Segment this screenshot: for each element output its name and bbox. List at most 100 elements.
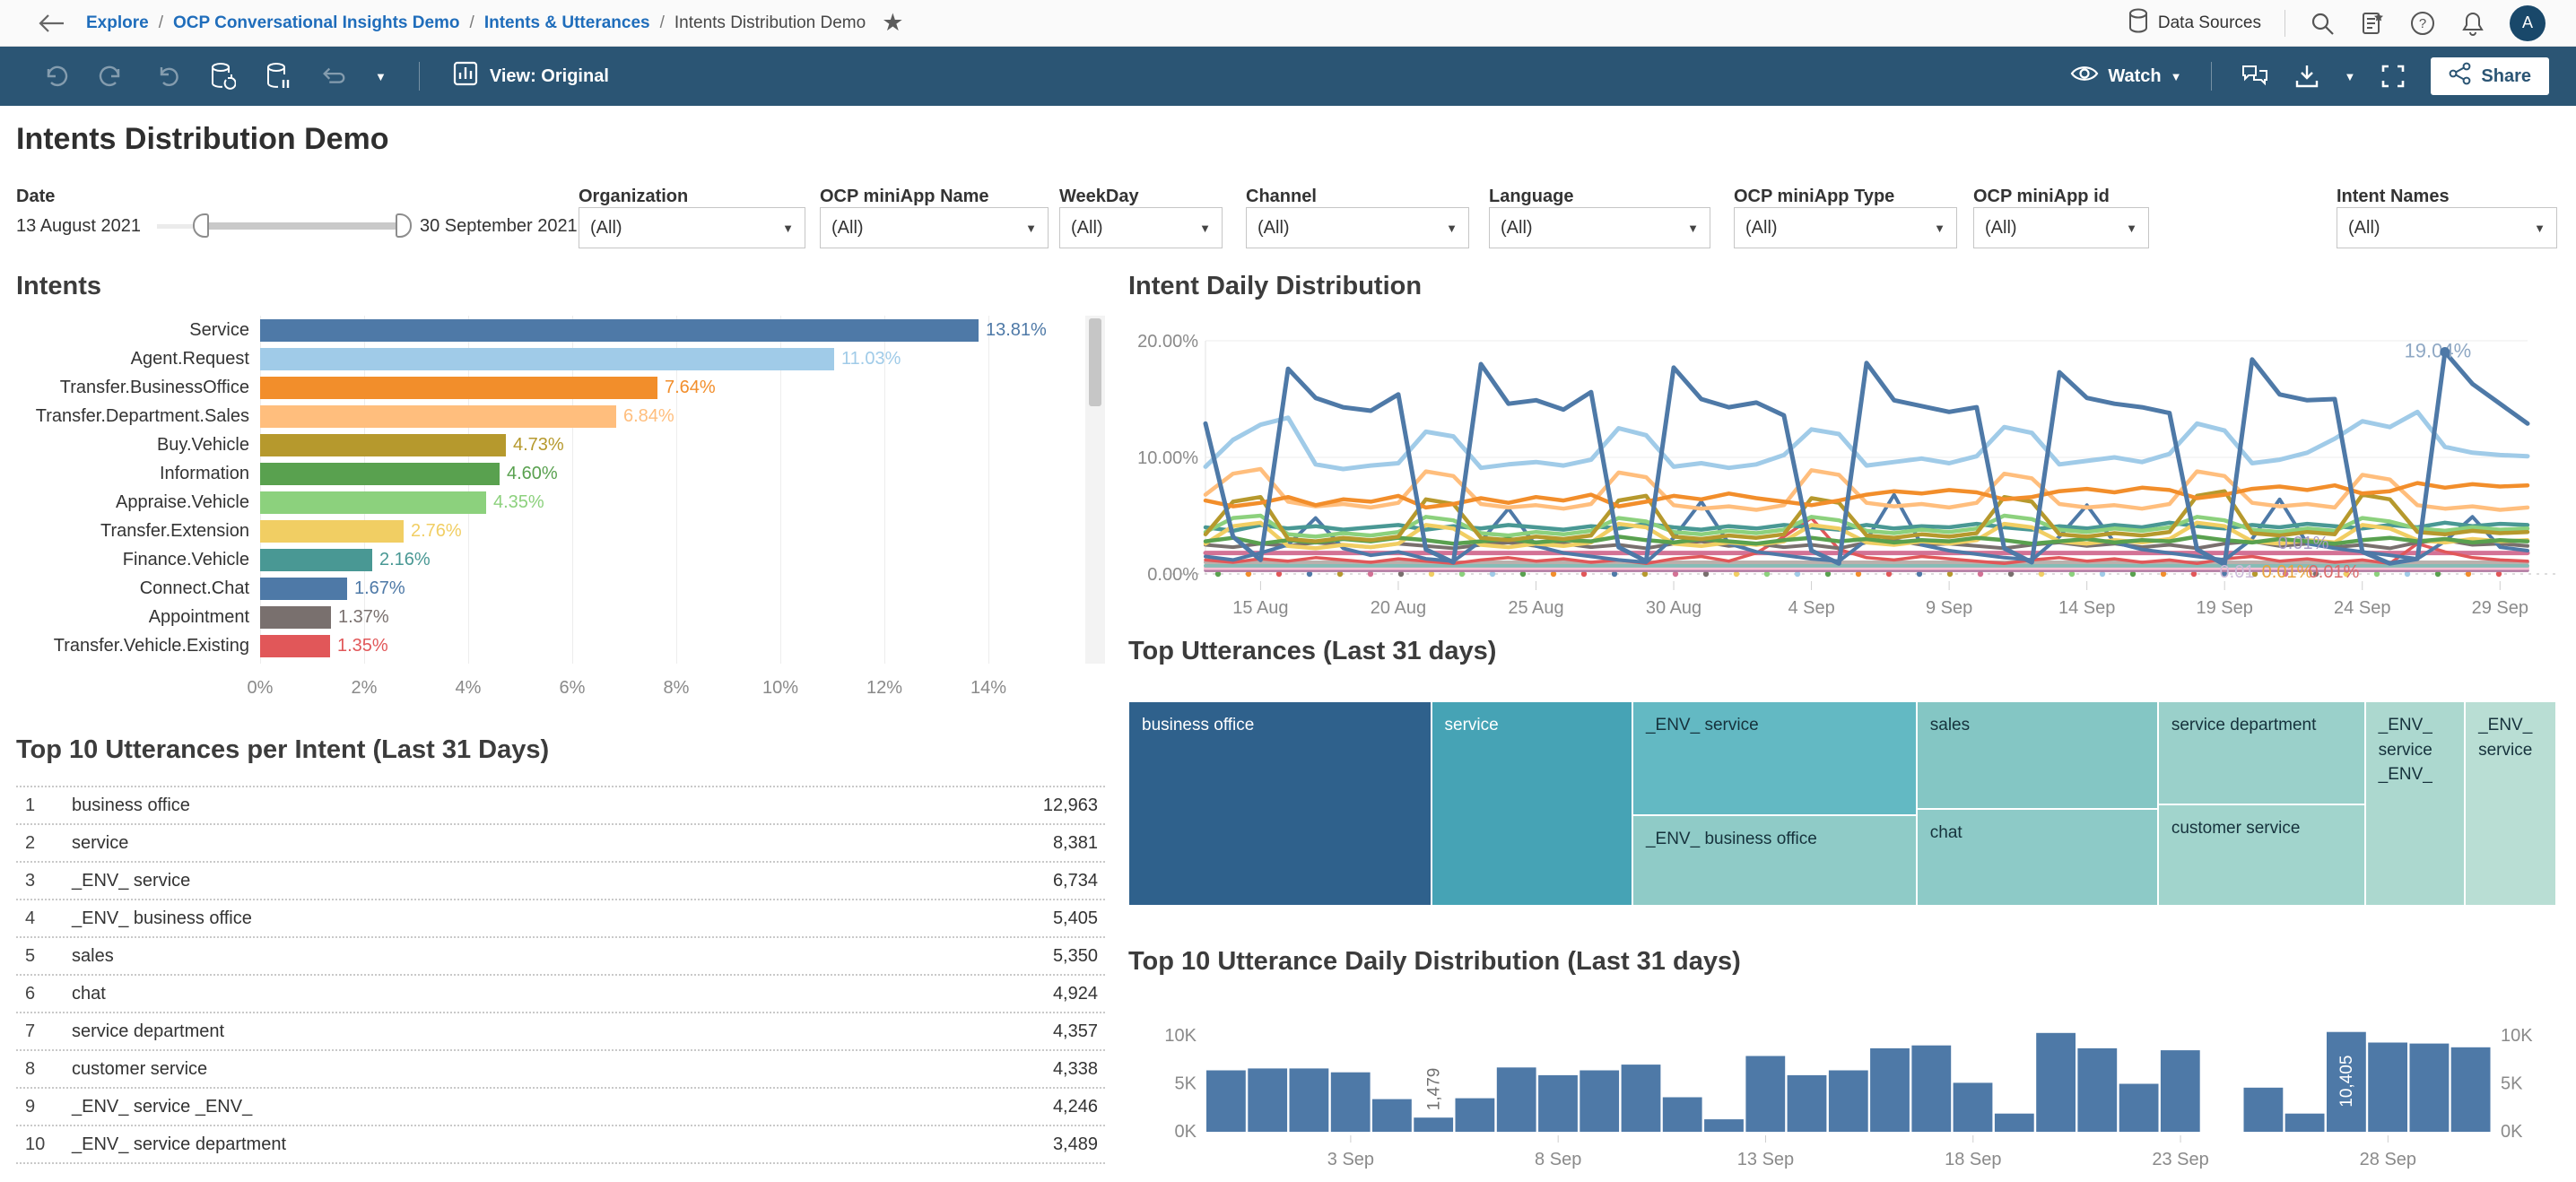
- date-slider-handle-right[interactable]: [396, 213, 412, 238]
- download-icon[interactable]: [2293, 62, 2321, 91]
- intents-bar-row[interactable]: Appointment 1.37%: [16, 603, 1105, 631]
- table-row[interactable]: 8 customer service 4,338: [16, 1049, 1105, 1087]
- filter-dropdown-organization[interactable]: (All)▼: [579, 207, 805, 248]
- treemap-cell[interactable]: _ENV_ service: [2465, 701, 2556, 906]
- daily-bar[interactable]: [1580, 1071, 1619, 1133]
- fullscreen-icon[interactable]: [2379, 62, 2407, 91]
- treemap-cell[interactable]: business office: [1128, 701, 1432, 906]
- table-row[interactable]: 9 _ENV_ service _ENV_ 4,246: [16, 1087, 1105, 1125]
- daily-bar[interactable]: [2285, 1114, 2325, 1132]
- daily-bar[interactable]: [1372, 1099, 1412, 1132]
- table-row[interactable]: 4 _ENV_ business office 5,405: [16, 899, 1105, 936]
- daily-bar[interactable]: [1331, 1073, 1371, 1132]
- search-icon[interactable]: [2309, 10, 2336, 37]
- filter-dropdown-miniapp-name[interactable]: (All)▼: [820, 207, 1049, 248]
- daily-bar[interactable]: [1745, 1056, 1785, 1133]
- treemap-cell[interactable]: chat: [1917, 809, 2158, 906]
- intents-bar-row[interactable]: Connect.Chat 1.67%: [16, 574, 1105, 603]
- intent-bar[interactable]: [260, 348, 834, 370]
- filter-dropdown-channel[interactable]: (All)▼: [1246, 207, 1469, 248]
- breadcrumb-explore[interactable]: Explore: [86, 13, 149, 33]
- scrollbar-thumb[interactable]: [1089, 318, 1101, 406]
- data-sources-button[interactable]: Data Sources: [2128, 8, 2261, 39]
- intent-bar[interactable]: [260, 491, 486, 514]
- peak-marker[interactable]: [2440, 347, 2450, 357]
- table-row[interactable]: 1 business office 12,963: [16, 786, 1105, 823]
- intent-bar[interactable]: [260, 635, 330, 657]
- treemap-cell[interactable]: _ENV_ business office: [1632, 815, 1917, 906]
- daily-bar[interactable]: [1995, 1114, 2034, 1132]
- intent-bar[interactable]: [260, 549, 372, 571]
- treemap-cell[interactable]: service: [1432, 701, 1632, 906]
- table-row[interactable]: 10 _ENV_ service department 3,489: [16, 1125, 1105, 1164]
- treemap-cell[interactable]: _ENV_ service: [1632, 701, 1917, 815]
- intents-bar-row[interactable]: Transfer.Extension 2.76%: [16, 517, 1105, 545]
- pause-updates-icon[interactable]: [264, 62, 292, 91]
- intent-bar[interactable]: [260, 520, 404, 543]
- filter-dropdown-weekday[interactable]: (All)▼: [1059, 207, 1223, 248]
- top-utterances-table[interactable]: 1 business office 12,963 2 service 8,381…: [16, 786, 1105, 1164]
- intent-bar[interactable]: [260, 377, 657, 399]
- treemap-cell[interactable]: service department: [2158, 701, 2365, 804]
- filter-dropdown-language[interactable]: (All)▼: [1489, 207, 1710, 248]
- daily-bar[interactable]: [1497, 1067, 1536, 1132]
- favorites-list-icon[interactable]: [2359, 10, 2386, 37]
- redo-icon[interactable]: [97, 62, 126, 91]
- date-slider-track[interactable]: [209, 222, 396, 230]
- daily-bar[interactable]: [1663, 1098, 1702, 1133]
- daily-bar[interactable]: [2368, 1043, 2407, 1133]
- daily-bar[interactable]: [2119, 1084, 2159, 1133]
- treemap-cell[interactable]: customer service: [2158, 804, 2365, 906]
- intent-bar[interactable]: [260, 434, 506, 456]
- revert-icon[interactable]: [152, 62, 181, 91]
- notifications-bell-icon[interactable]: [2459, 10, 2486, 37]
- intents-bar-row[interactable]: Information 4.60%: [16, 459, 1105, 488]
- intent-bar[interactable]: [260, 463, 500, 485]
- intents-bar-chart[interactable]: Service 13.81% Agent.Request 11.03% Tran…: [16, 316, 1105, 719]
- filter-dropdown-miniapp-type[interactable]: (All)▼: [1734, 207, 1957, 248]
- breadcrumb-workbook[interactable]: Intents & Utterances: [484, 13, 650, 33]
- intent-daily-line-chart[interactable]: 0.00%10.00%20.00%15 Aug20 Aug25 Aug30 Au…: [1128, 316, 2556, 621]
- daily-bar[interactable]: [1538, 1075, 1578, 1132]
- daily-bar[interactable]: [1911, 1046, 1951, 1132]
- table-row[interactable]: 3 _ENV_ service 6,734: [16, 861, 1105, 899]
- treemap-cell[interactable]: _ENV_ service _ENV_: [2365, 701, 2465, 906]
- back-button[interactable]: [36, 11, 66, 36]
- intents-bar-row[interactable]: Buy.Vehicle 4.73%: [16, 430, 1105, 459]
- daily-bar-chart-svg[interactable]: 0K0K5K5K10K10K1,47910,4053 Sep8 Sep13 Se…: [1128, 991, 2556, 1182]
- intents-bar-row[interactable]: Transfer.BusinessOffice 7.64%: [16, 373, 1105, 402]
- intents-bar-row[interactable]: Service 13.81%: [16, 316, 1105, 344]
- watch-button[interactable]: Watch ▼: [2070, 64, 2181, 89]
- daily-bar[interactable]: [2244, 1088, 2284, 1132]
- daily-bar[interactable]: [2410, 1044, 2450, 1132]
- help-icon[interactable]: ?: [2409, 10, 2436, 37]
- intents-bar-row[interactable]: Transfer.Vehicle.Existing 1.35%: [16, 631, 1105, 660]
- share-button[interactable]: Share: [2431, 57, 2549, 95]
- favorite-star-icon[interactable]: ★: [882, 11, 903, 35]
- intents-bar-row[interactable]: Finance.Vehicle 2.16%: [16, 545, 1105, 574]
- daily-bar[interactable]: [1206, 1071, 1246, 1133]
- table-row[interactable]: 5 sales 5,350: [16, 936, 1105, 974]
- utterance-daily-bar-chart[interactable]: 0K0K5K5K10K10K1,47910,4053 Sep8 Sep13 Se…: [1128, 991, 2556, 1182]
- intents-bar-row[interactable]: Appraise.Vehicle 4.35%: [16, 488, 1105, 517]
- daily-bar[interactable]: [1788, 1075, 1827, 1132]
- breadcrumb-project[interactable]: OCP Conversational Insights Demo: [173, 13, 460, 33]
- run-flow-caret-icon[interactable]: ▼: [375, 70, 387, 83]
- undo-icon[interactable]: [41, 62, 70, 91]
- table-row[interactable]: 2 service 8,381: [16, 823, 1105, 861]
- daily-bar[interactable]: [2077, 1048, 2117, 1132]
- view-selector[interactable]: View: Original: [452, 60, 609, 92]
- table-row[interactable]: 6 chat 4,924: [16, 974, 1105, 1012]
- filter-dropdown-intent-names[interactable]: (All)▼: [2337, 207, 2557, 248]
- download-caret-icon[interactable]: ▼: [2345, 70, 2356, 83]
- line-chart-svg[interactable]: 0.00%10.00%20.00%15 Aug20 Aug25 Aug30 Au…: [1128, 316, 2556, 621]
- daily-bar[interactable]: [1456, 1099, 1495, 1132]
- intent-bar[interactable]: [260, 578, 347, 600]
- daily-bar[interactable]: [1414, 1117, 1453, 1132]
- table-row[interactable]: 7 service department 4,357: [16, 1012, 1105, 1049]
- daily-bar[interactable]: [1829, 1071, 1868, 1133]
- daily-bar[interactable]: [1248, 1068, 1287, 1132]
- refresh-data-icon[interactable]: [208, 62, 237, 91]
- line-series-Transfer.Department.Sales[interactable]: [1205, 469, 2528, 510]
- intent-bar[interactable]: [260, 405, 616, 428]
